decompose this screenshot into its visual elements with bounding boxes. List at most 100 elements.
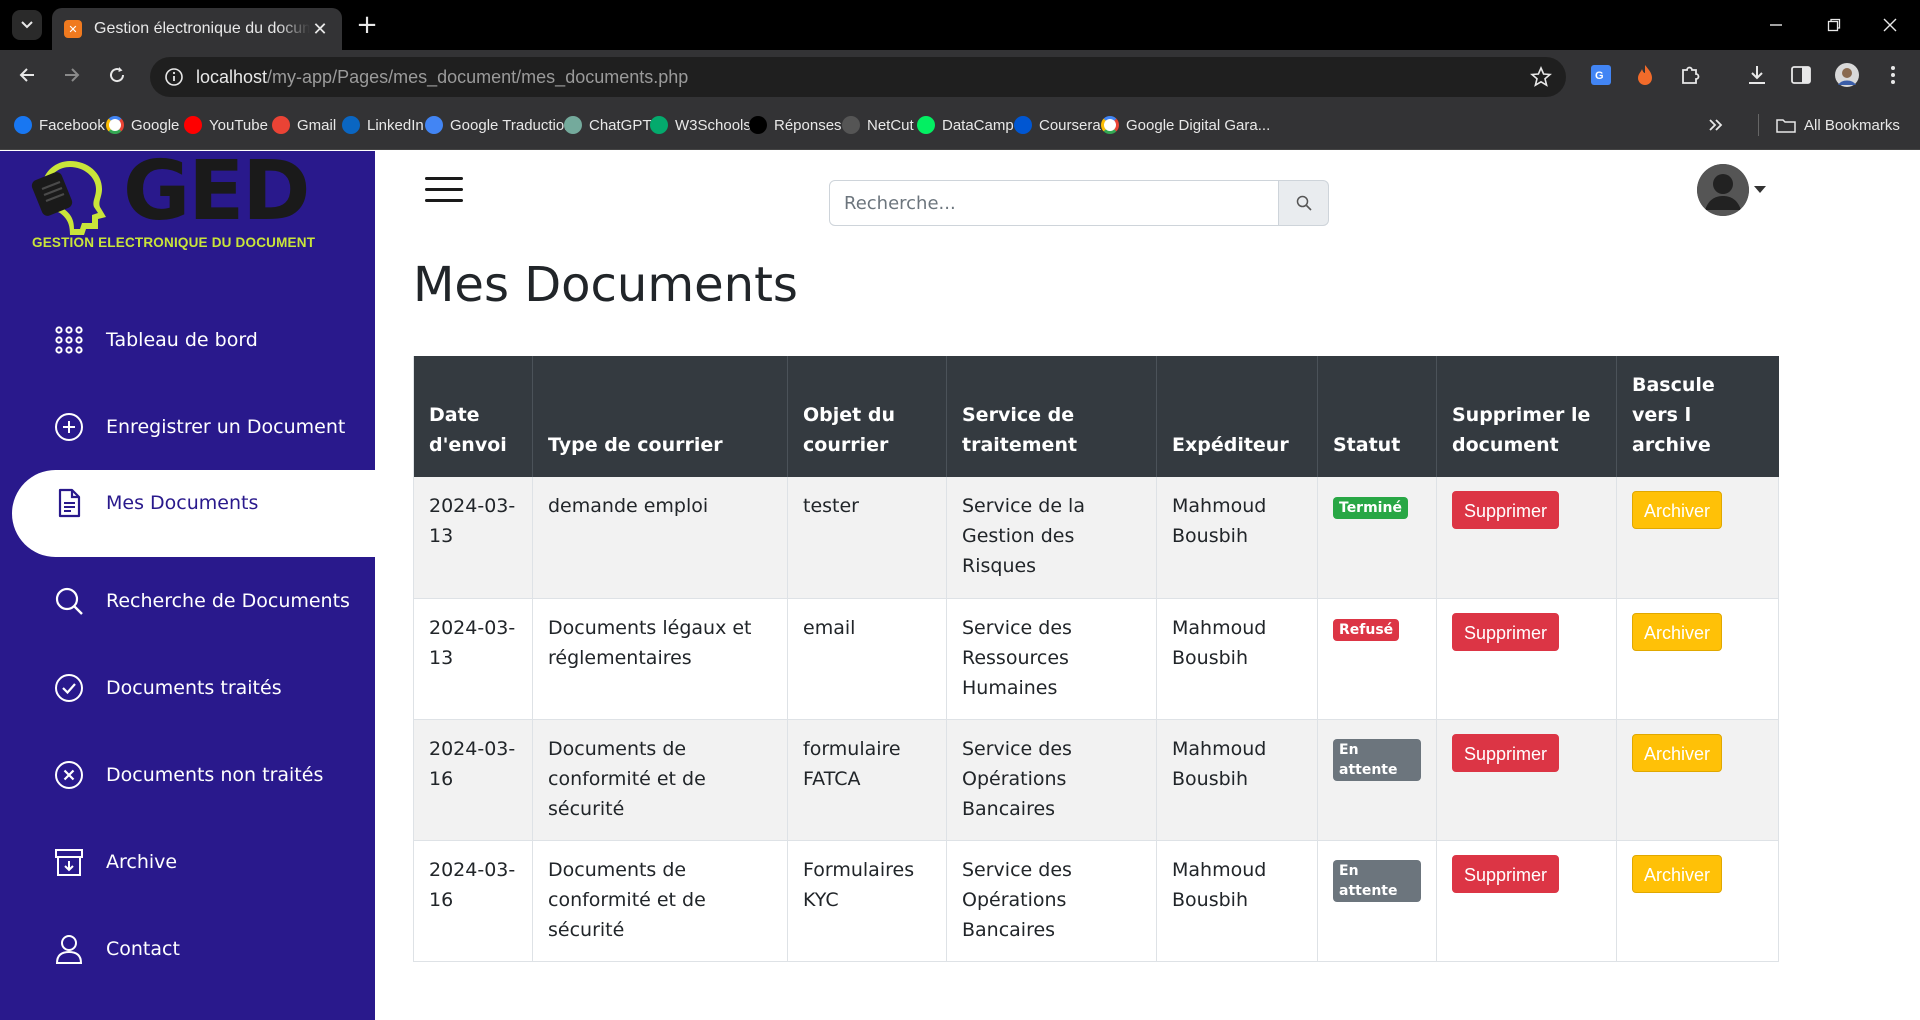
sidebar-item-contact[interactable]: Contact xyxy=(0,905,375,992)
cell-date: 2024-03-16 xyxy=(413,840,533,962)
main-content: Mes Documents Date d'envoi Type de courr… xyxy=(375,151,1920,1020)
bookmark-item[interactable]: YouTube xyxy=(184,114,268,136)
delete-button[interactable]: Supprimer xyxy=(1452,854,1560,893)
cell-service: Service des Opérations Bancaires xyxy=(946,840,1157,962)
forward-button[interactable] xyxy=(57,60,87,90)
url-host: localhost xyxy=(196,67,268,87)
sidebar-item-tableau-de-bord[interactable]: Tableau de bord xyxy=(0,296,375,383)
bookmark-item[interactable]: Facebook xyxy=(14,114,105,136)
bookmark-item[interactable]: Coursera xyxy=(1014,114,1101,136)
restore-button[interactable] xyxy=(1814,10,1854,40)
translate-extension-button[interactable]: G xyxy=(1588,62,1614,88)
arrow-right-icon xyxy=(65,68,80,82)
bookmark-item[interactable]: Google xyxy=(106,114,179,136)
bookmark-star-icon[interactable] xyxy=(1530,66,1552,88)
sidebar-item-enregistrer-document[interactable]: Enregistrer un Document xyxy=(0,383,375,470)
cell-expediteur: Mahmoud Bousbih xyxy=(1156,598,1318,720)
cell-type: Documents de conformité et de sécurité xyxy=(532,840,788,962)
bookmark-item[interactable]: NetCut xyxy=(842,114,914,136)
bookmark-item[interactable]: W3Schools xyxy=(650,114,751,136)
cell-date: 2024-03-16 xyxy=(413,719,533,841)
delete-button[interactable]: Supprimer xyxy=(1452,612,1560,651)
new-tab-button[interactable]: + xyxy=(352,10,382,40)
sidebar-item-documents-non-traites[interactable]: Documents non traités xyxy=(0,731,375,818)
column-header: Expéditeur xyxy=(1156,356,1318,477)
cell-objet: Formulaires KYC xyxy=(787,840,947,962)
close-icon xyxy=(1883,18,1897,32)
archive-button[interactable]: Archiver xyxy=(1632,491,1723,529)
bookmark-item[interactable]: Réponses xyxy=(749,114,842,136)
cell-type: Documents de conformité et de sécurité xyxy=(532,719,788,841)
sidebar-item-documents-traites[interactable]: Documents traités xyxy=(0,644,375,731)
cell-archiver: Archiver xyxy=(1616,598,1779,720)
archive-button[interactable]: Archiver xyxy=(1632,733,1723,772)
status-badge: En attente xyxy=(1333,738,1421,781)
kebab-menu-icon xyxy=(1891,66,1895,84)
caret-down-icon[interactable] xyxy=(1754,186,1766,193)
delete-button[interactable]: Supprimer xyxy=(1452,733,1560,772)
archive-icon xyxy=(54,847,84,877)
bookmark-item[interactable]: Gmail xyxy=(272,114,336,136)
cell-supprimer: Supprimer xyxy=(1436,598,1617,720)
close-window-button[interactable] xyxy=(1870,10,1910,40)
tab-list-button[interactable] xyxy=(12,10,42,40)
user-avatar[interactable] xyxy=(1697,164,1749,216)
side-panel-button[interactable] xyxy=(1788,62,1814,88)
bookmark-item[interactable]: Google Digital Gara... xyxy=(1101,114,1270,136)
status-badge: En attente xyxy=(1333,859,1421,902)
menu-button[interactable] xyxy=(1880,62,1906,88)
cell-archiver: Archiver xyxy=(1616,477,1779,599)
sidebar-item-label: Archive xyxy=(106,850,178,873)
downloads-button[interactable] xyxy=(1744,62,1770,88)
x-circle-icon xyxy=(54,760,84,790)
xampp-favicon-icon: ✕ xyxy=(64,20,82,38)
browser-tab[interactable]: ✕ Gestion électronique du document ✕ xyxy=(52,8,342,50)
extensions-button[interactable] xyxy=(1677,62,1703,88)
browser-tabstrip: ✕ Gestion électronique du document ✕ + xyxy=(0,0,1920,50)
info-icon[interactable] xyxy=(164,67,184,87)
bookmark-item[interactable]: Google Traduction xyxy=(425,114,573,136)
delete-button[interactable]: Supprimer xyxy=(1452,491,1560,529)
folder-icon xyxy=(1776,119,1796,133)
puzzle-icon xyxy=(1682,66,1700,84)
bookmark-item[interactable]: ChatGPT xyxy=(564,114,652,136)
bookmark-label: Google Traduction xyxy=(450,116,573,134)
bookmark-item[interactable]: LinkedIn xyxy=(342,114,424,136)
cell-statut: Terminé xyxy=(1317,477,1437,599)
fire-extension-button[interactable] xyxy=(1632,62,1658,88)
bookmarks-bar: All Bookmarks Facebook Google YouTube Gmail… xyxy=(0,100,1920,150)
cell-supprimer: Supprimer xyxy=(1436,840,1617,962)
cell-type: demande emploi xyxy=(532,477,788,599)
minimize-button[interactable] xyxy=(1756,10,1796,40)
sidebar-item-archive[interactable]: Archive xyxy=(0,818,375,905)
cell-service: Service des Opérations Bancaires xyxy=(946,719,1157,841)
table-row: 2024-03-13 Documents légaux et réglementa… xyxy=(413,598,1779,720)
back-button[interactable] xyxy=(12,60,42,90)
tab-title: Gestion électronique du document xyxy=(94,20,310,37)
tab-close-icon[interactable]: ✕ xyxy=(310,19,330,40)
column-header: Objet du courrier xyxy=(787,356,947,477)
double-chevron-right-icon xyxy=(1709,119,1723,131)
head-document-logo-icon xyxy=(31,161,106,235)
sidebar-item-recherche-documents[interactable]: Recherche de Documents xyxy=(0,557,375,644)
ged-logo[interactable]: GED GESTION ELECTRONIQUE DU DOCUMENT xyxy=(28,151,348,250)
all-bookmarks-button[interactable]: All Bookmarks xyxy=(1776,114,1900,136)
address-bar[interactable]: localhost/my-app/Pages/mes_document/mes_… xyxy=(150,57,1566,97)
archive-button[interactable]: Archiver xyxy=(1632,854,1723,893)
google-icon xyxy=(1101,116,1119,134)
sidebar-item-label: Mes Documents xyxy=(106,491,259,514)
search-icon xyxy=(1296,195,1312,211)
hamburger-menu-icon[interactable] xyxy=(425,177,463,203)
profile-button[interactable] xyxy=(1834,62,1860,88)
bookmark-item[interactable]: DataCamp xyxy=(917,114,1014,136)
reload-button[interactable] xyxy=(102,60,132,90)
cell-type: Documents légaux et réglementaires xyxy=(532,598,788,720)
bookmarks-overflow-button[interactable] xyxy=(1708,114,1724,136)
search-input[interactable] xyxy=(829,180,1280,226)
documents-table: Date d'envoi Type de courrier Objet du c… xyxy=(413,356,1779,962)
search-button[interactable] xyxy=(1279,180,1329,226)
netcut-icon xyxy=(842,116,860,134)
sidebar-item-mes-documents[interactable]: Mes Documents xyxy=(12,470,375,557)
archive-button[interactable]: Archiver xyxy=(1632,612,1723,651)
datacamp-icon xyxy=(917,116,935,134)
